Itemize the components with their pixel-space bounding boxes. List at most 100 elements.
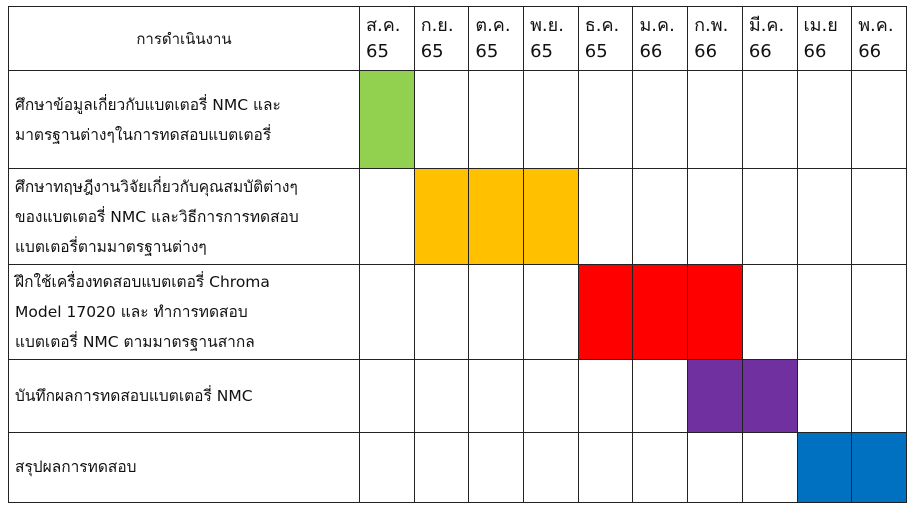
- empty-cell: [359, 168, 415, 265]
- year-label: 66: [639, 40, 663, 62]
- month-label: ธ.ค.: [584, 14, 620, 36]
- month-header: พ.ค. 66: [851, 6, 907, 71]
- empty-cell: [523, 359, 579, 433]
- empty-cell: [468, 263, 525, 361]
- task-name: สรุปผลการทดสอบ: [8, 431, 360, 504]
- month-header: พ.ย. 65: [523, 6, 579, 71]
- task-name-line: ฝึกใช้เครื่องทดสอบแบตเตอรี่ Chroma: [15, 273, 270, 292]
- empty-cell: [796, 168, 853, 265]
- gantt-bar-cell: [413, 168, 470, 265]
- month-header: ส.ค. 65: [359, 6, 415, 71]
- year-label: 66: [748, 40, 772, 62]
- gantt-bar-cell: [687, 359, 743, 433]
- task-name-line: แบตเตอรี่ NMC ตามมาตรฐานสากล: [15, 333, 255, 352]
- empty-cell: [796, 359, 853, 433]
- empty-cell: [413, 359, 470, 433]
- month-header: มี.ค. 66: [741, 6, 798, 71]
- empty-cell: [468, 69, 525, 170]
- task-name-line: Model 17020 และ ทำการทดสอบ: [15, 303, 248, 322]
- task-name-line: มาตรฐานต่างๆในการทดสอบแบตเตอรี่: [15, 125, 272, 144]
- month-header: ก.ย. 65: [413, 6, 470, 71]
- empty-cell: [468, 359, 525, 433]
- task-name-line: ของแบตเตอรี่ NMC และวิธีการการทดสอบ: [15, 207, 299, 226]
- empty-cell: [577, 168, 634, 265]
- month-label: ก.พ.: [694, 14, 729, 36]
- empty-cell: [741, 69, 798, 170]
- month-label: พ.ย.: [530, 14, 564, 36]
- gantt-bar-cell: [687, 263, 743, 361]
- empty-cell: [741, 168, 798, 265]
- empty-cell: [851, 69, 907, 170]
- empty-cell: [413, 69, 470, 170]
- empty-cell: [632, 431, 689, 504]
- task-column-header: การดำเนินงาน: [8, 6, 360, 71]
- task-row: ฝึกใช้เครื่องทดสอบแบตเตอรี่ Chroma Model …: [8, 263, 907, 361]
- task-name-line: สรุปผลการทดสอบ: [15, 458, 137, 477]
- year-label: 65: [530, 40, 553, 62]
- gantt-bar-cell: [468, 168, 525, 265]
- empty-cell: [413, 431, 470, 504]
- month-header: ก.พ. 66: [687, 6, 743, 71]
- empty-cell: [523, 431, 579, 504]
- month-label: ก.ย.: [420, 14, 454, 36]
- year-label: 65: [366, 40, 389, 62]
- empty-cell: [851, 359, 907, 433]
- month-label: พ.ค.: [858, 14, 894, 36]
- empty-cell: [741, 263, 798, 361]
- empty-cell: [687, 69, 743, 170]
- month-header: ธ.ค. 65: [577, 6, 634, 71]
- empty-cell: [523, 69, 579, 170]
- gantt-bar-cell: [851, 431, 907, 504]
- empty-cell: [577, 431, 634, 504]
- task-name: ศึกษาข้อมูลเกี่ยวกับแบตเตอรี่ NMC และมาต…: [8, 69, 360, 170]
- empty-cell: [577, 359, 634, 433]
- year-label: 65: [475, 40, 499, 62]
- year-label: 65: [584, 40, 608, 62]
- task-row: ศึกษาข้อมูลเกี่ยวกับแบตเตอรี่ NMC และมาต…: [8, 69, 907, 170]
- gantt-bar-cell: [741, 359, 798, 433]
- empty-cell: [796, 69, 853, 170]
- task-name-line: ศึกษาข้อมูลเกี่ยวกับแบตเตอรี่ NMC และ: [15, 95, 281, 114]
- month-label: ส.ค.: [366, 14, 401, 36]
- empty-cell: [632, 359, 689, 433]
- task-name-line: แบตเตอรี่ตามมาตรฐานต่างๆ: [15, 237, 207, 256]
- gantt-bar-cell: [796, 431, 853, 504]
- task-name-line: บันทึกผลการทดสอบแบตเตอรี่ NMC: [15, 386, 253, 405]
- empty-cell: [632, 69, 689, 170]
- empty-cell: [359, 431, 415, 504]
- empty-cell: [851, 168, 907, 265]
- task-row: ศึกษาทฤษฎีงานวิจัยเกี่ยวกับคุณสมบัติต่าง…: [8, 168, 907, 265]
- empty-cell: [741, 431, 798, 504]
- empty-cell: [359, 359, 415, 433]
- header-row: การดำเนินงาน ส.ค. 65 ก.ย. 65 ต.ค. 65 พ.ย. 65 ธ.ค…: [8, 6, 907, 71]
- task-name-line: ศึกษาทฤษฎีงานวิจัยเกี่ยวกับคุณสมบัติต่าง…: [15, 177, 298, 196]
- gantt-bar-cell: [359, 69, 415, 170]
- month-label: มี.ค.: [748, 14, 785, 36]
- month-header: เม.ย 66: [796, 6, 853, 71]
- empty-cell: [687, 431, 743, 504]
- month-label: ม.ค.: [639, 14, 675, 36]
- gantt-bar-cell: [632, 263, 689, 361]
- empty-cell: [359, 263, 415, 361]
- year-label: 66: [803, 40, 827, 62]
- task-rows: ศึกษาข้อมูลเกี่ยวกับแบตเตอรี่ NMC และมาต…: [8, 69, 907, 504]
- gantt-bar-cell: [523, 168, 579, 265]
- empty-cell: [796, 263, 853, 361]
- empty-cell: [523, 263, 579, 361]
- empty-cell: [413, 263, 470, 361]
- task-name: ฝึกใช้เครื่องทดสอบแบตเตอรี่ Chroma Model …: [8, 263, 360, 361]
- month-header: ต.ค. 65: [468, 6, 525, 71]
- empty-cell: [851, 263, 907, 361]
- empty-cell: [577, 69, 634, 170]
- empty-cell: [687, 168, 743, 265]
- month-header: ม.ค. 66: [632, 6, 689, 71]
- task-name: ศึกษาทฤษฎีงานวิจัยเกี่ยวกับคุณสมบัติต่าง…: [8, 168, 360, 265]
- gantt-table: การดำเนินงาน ส.ค. 65 ก.ย. 65 ต.ค. 65 พ.ย. 65 ธ.ค…: [8, 6, 907, 504]
- task-row: สรุปผลการทดสอบ: [8, 431, 907, 504]
- month-label: เม.ย: [803, 14, 838, 36]
- month-label: ต.ค.: [475, 14, 511, 36]
- task-name: บันทึกผลการทดสอบแบตเตอรี่ NMC: [8, 359, 360, 433]
- gantt-bar-cell: [577, 263, 634, 361]
- task-row: บันทึกผลการทดสอบแบตเตอรี่ NMC: [8, 359, 907, 433]
- year-label: 66: [694, 40, 718, 62]
